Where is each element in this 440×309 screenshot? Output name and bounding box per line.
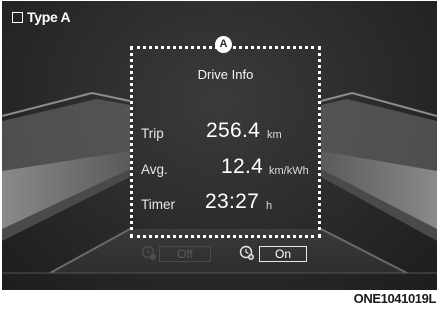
figure-code: ONE1041019L (353, 291, 437, 306)
trip-row: Trip 256.4 km (141, 117, 312, 145)
avg-row: Avg. 12.4 km/kWh (141, 153, 312, 181)
cluster-display: Type A Drive Info Trip 256.4 km Avg. 12.… (2, 1, 437, 290)
type-label-text: Type A (27, 9, 71, 25)
off-toggle-button[interactable]: Off (159, 246, 211, 262)
empty-checkbox-icon (12, 11, 23, 23)
type-label: Type A (12, 8, 71, 26)
timer-row: Timer 23:27 h (141, 188, 312, 216)
timer-value: 23:27 (205, 190, 260, 213)
trip-label: Trip (141, 126, 164, 141)
on-toggle-button[interactable]: On (259, 246, 307, 262)
trip-unit: km (267, 129, 282, 141)
trip-value: 256.4 (206, 119, 261, 142)
avg-value: 12.4 (221, 155, 264, 178)
timer-unit: h (266, 200, 273, 212)
avg-unit: km/kWh (269, 165, 309, 177)
drive-info-panel: Drive Info Trip 256.4 km Avg. 12.4 km/kW… (130, 46, 321, 238)
avg-label: Avg. (141, 162, 168, 177)
clock-fan-icon (239, 245, 254, 260)
panel-title: Drive Info (197, 67, 254, 82)
timer-label: Timer (141, 197, 175, 212)
clock-fan-icon (141, 245, 156, 260)
callout-marker: A (215, 36, 232, 53)
